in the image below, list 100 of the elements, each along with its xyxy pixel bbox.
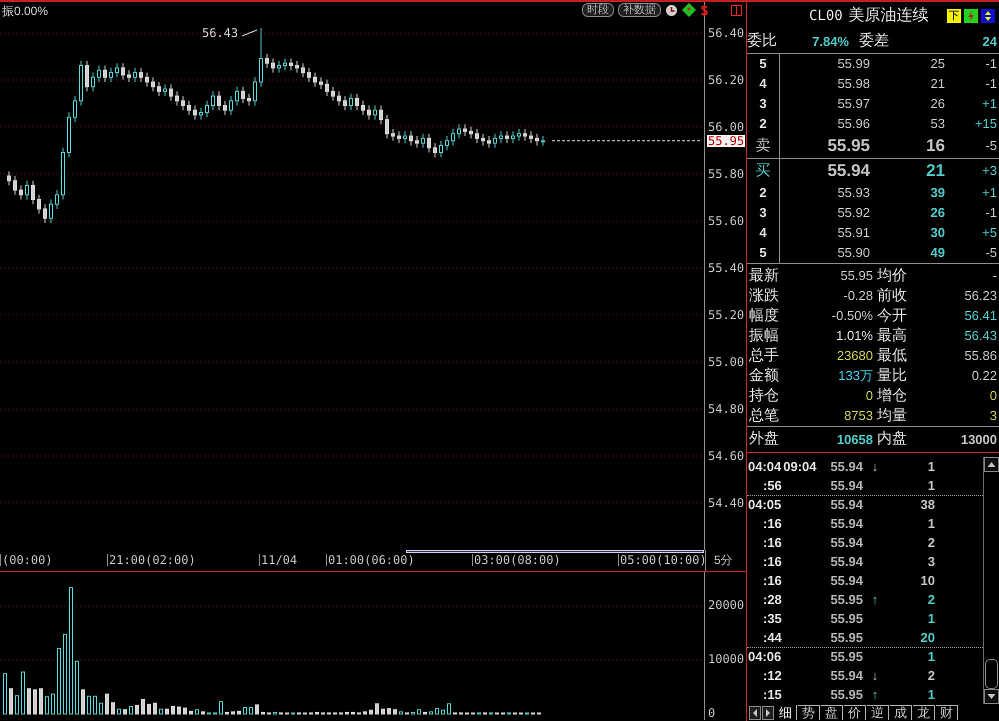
tick-time: :35	[762, 610, 782, 628]
stat-label: 增仓	[877, 386, 907, 406]
scrollbar[interactable]	[983, 457, 999, 704]
candle	[265, 53, 269, 68]
dollar-icon[interactable]	[700, 4, 709, 16]
candle	[7, 170, 11, 186]
tick-price: 55.94	[829, 666, 863, 685]
scroll-range-bar[interactable]	[406, 550, 704, 553]
candle	[169, 84, 173, 102]
panel-tab[interactable]: 龙	[913, 705, 935, 720]
candle	[235, 86, 239, 106]
stat-value: 1.01%	[836, 327, 873, 346]
candle	[319, 76, 323, 90]
stat-label: 内盘	[877, 429, 907, 450]
candle	[481, 133, 485, 146]
tick-time: :44	[762, 628, 782, 647]
tick-price: 55.95	[829, 628, 863, 647]
book-price: 55.99	[836, 55, 870, 74]
candle	[367, 105, 371, 120]
tick-price: 55.94	[829, 496, 863, 514]
panel-tab[interactable]: 成	[890, 705, 912, 720]
panel-tab[interactable]: 逆	[867, 705, 889, 720]
tick-volume: 1	[926, 458, 935, 476]
level-label: 买	[747, 159, 780, 183]
current-price-tag: 55.95	[707, 134, 746, 147]
tick-price: 55.94	[829, 458, 863, 476]
window-icon[interactable]	[731, 4, 742, 16]
tick-time: :16	[762, 552, 782, 571]
book-price: 55.98	[836, 75, 870, 94]
stat-label: 量比	[877, 366, 907, 386]
down-badge-button[interactable]: 下	[947, 9, 961, 23]
time-axis-label: 11/04	[259, 554, 298, 566]
stat-label: 外盘	[749, 429, 779, 450]
level-label: 4	[747, 74, 780, 94]
tick-price: 55.95	[829, 610, 863, 628]
stat-label: 幅度	[749, 306, 779, 326]
panel-tab[interactable]: 盘	[821, 705, 843, 720]
candle	[391, 128, 395, 142]
candle	[181, 96, 185, 111]
candle	[241, 86, 245, 104]
book-price: 55.96	[836, 115, 870, 134]
tick-volume: 20	[920, 628, 935, 647]
price-axis-label: 56.40	[708, 27, 744, 39]
high-price-label: 56.43	[202, 27, 238, 39]
tick-volume: 3	[926, 552, 935, 571]
candle	[307, 67, 311, 82]
diamond-icon[interactable]	[682, 3, 696, 17]
book-change: -5	[985, 244, 997, 262]
tick-arrow: ↓	[872, 458, 878, 476]
tick-price: 55.94	[829, 572, 863, 590]
book-price: 55.92	[836, 204, 870, 222]
candle	[433, 142, 437, 158]
candle	[397, 130, 401, 144]
stat-label: 均量	[877, 406, 907, 426]
tick-time: 09:04	[782, 458, 816, 476]
clock-icon[interactable]	[665, 4, 678, 16]
candle	[343, 96, 347, 111]
scroll-up-icon[interactable]	[984, 457, 999, 472]
tick-time: :16	[762, 514, 782, 533]
panel-tab[interactable]: 财	[936, 705, 958, 720]
volume-axis-label: 20000	[708, 599, 744, 612]
tick-volume: 1	[926, 514, 935, 533]
stat-label: 金额	[749, 366, 779, 386]
tick-volume: 1	[926, 648, 935, 666]
book-price: 55.90	[836, 244, 870, 262]
candle	[421, 133, 425, 148]
candle	[103, 65, 107, 82]
candle	[505, 130, 509, 144]
book-price: 55.97	[836, 95, 870, 114]
tick-time: :16	[762, 572, 782, 590]
candle	[187, 100, 191, 116]
stat-value: -	[992, 267, 997, 286]
toolbar-button[interactable]: 补数据	[618, 3, 661, 17]
tick-volume: 2	[926, 666, 935, 685]
scroll-down-icon[interactable]	[984, 689, 999, 704]
candle	[193, 105, 197, 120]
tick-time: :15	[762, 686, 782, 704]
panel-tab[interactable]: 价	[844, 705, 866, 720]
period-label[interactable]: 5分	[705, 550, 733, 571]
stat-label: 今开	[877, 306, 907, 326]
level-label: 5	[747, 243, 780, 263]
candle	[199, 107, 203, 120]
tick-price: 55.94	[829, 514, 863, 533]
panel-tab[interactable]: 势	[798, 705, 820, 720]
candle	[145, 72, 149, 88]
price-axis-label: 54.60	[708, 450, 744, 462]
candle	[529, 130, 533, 144]
candle	[313, 72, 317, 88]
candle	[253, 76, 257, 106]
toolbar-button[interactable]: 时段	[582, 3, 614, 17]
stat-value: 23680	[836, 347, 873, 366]
candle	[289, 58, 293, 71]
book-change: -5	[985, 137, 997, 156]
book-volume: 26	[930, 95, 945, 114]
tick-price: 55.95	[829, 590, 863, 609]
tick-time: :28	[762, 590, 782, 609]
time-axis-label: (00:00)	[0, 554, 53, 566]
tick-volume: 1	[926, 686, 935, 704]
ratio-value: 7.84%	[811, 32, 849, 51]
candle	[379, 105, 383, 125]
